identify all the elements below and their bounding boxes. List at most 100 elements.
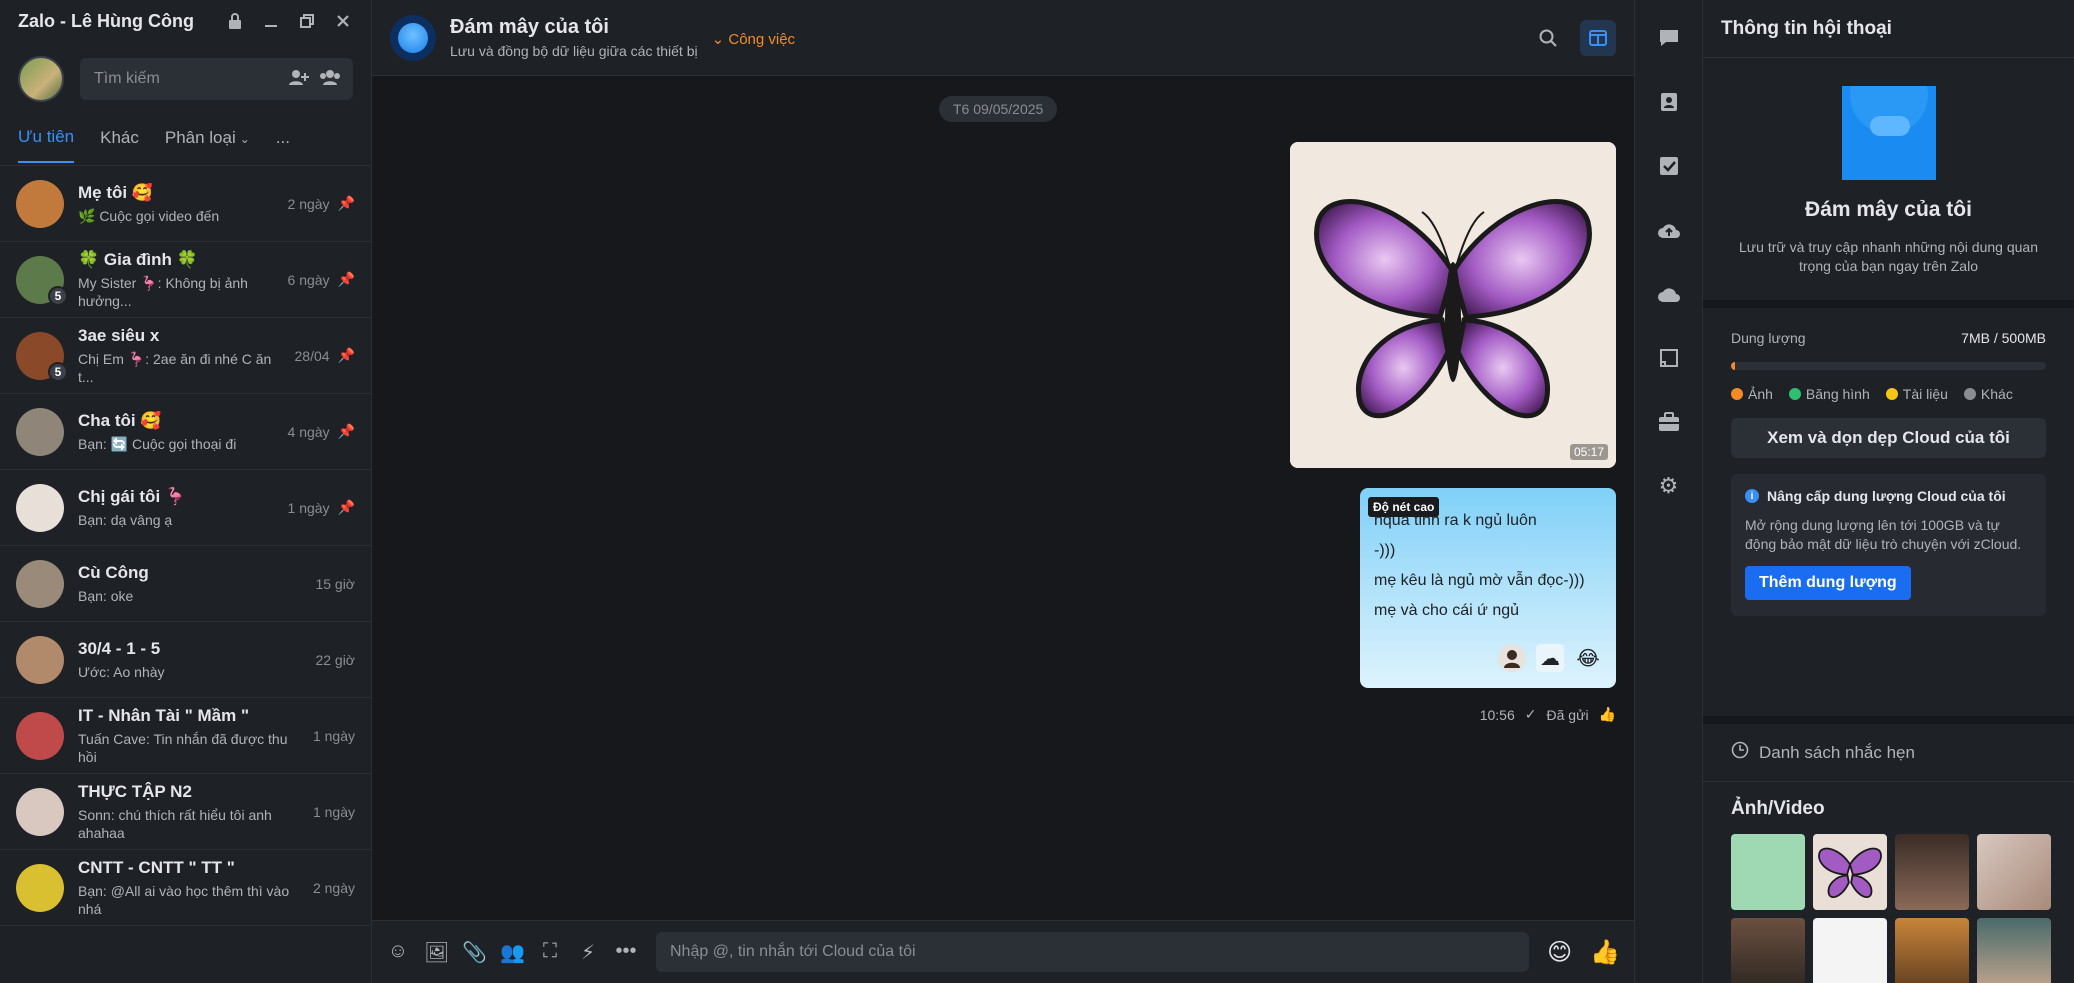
minimize-icon[interactable] — [261, 11, 281, 31]
pin-icon[interactable]: 📌 — [338, 271, 355, 288]
conversation-time: 15 giờ — [315, 575, 355, 592]
conversation-tabs: Ưu tiên Khác Phân loại ⌄ ... — [0, 110, 371, 166]
like-icon[interactable]: 👍 — [1599, 706, 1616, 723]
media-thumbnail[interactable] — [1731, 918, 1805, 983]
search-icon[interactable] — [1530, 20, 1566, 56]
conversation-time: 1 ngày — [287, 499, 330, 516]
image-message[interactable]: 05:17 — [1290, 142, 1616, 468]
toggle-info-panel-icon[interactable] — [1580, 19, 1616, 56]
media-thumbnail[interactable] — [1895, 918, 1969, 983]
message-composer: ☺ 🖼 📎 👥 ⛶ ⚡ ••• Nhập @, tin nhắn tới Clo… — [372, 920, 1634, 983]
conversation-item[interactable]: 30/4 - 1 - 5 Ước: Ao nhày 22 giờ — [0, 622, 371, 698]
info-panel-title: Thông tin hội thoại — [1703, 0, 2074, 58]
pin-icon[interactable]: 📌 — [338, 347, 355, 364]
create-group-icon[interactable] — [319, 69, 340, 90]
message-line: mẹ kêu là ngủ mờ vẫn đọc-))) — [1374, 572, 1585, 589]
message-line: mẹ và cho cái ứ ngủ — [1374, 602, 1520, 619]
sent-check-icon: ✓ — [1524, 706, 1537, 722]
conversation-item[interactable]: Chị gái tôi 🦩 Bạn: dạ vâng ạ 1 ngày 📌 — [0, 470, 371, 546]
media-thumbnail[interactable] — [1977, 918, 2051, 983]
conversation-item[interactable]: IT - Nhân Tài " Mầm " Tuấn Cave: Tin nhắn… — [0, 698, 371, 774]
conversation-item[interactable]: 5 3ae siêu x Chị Em 🦩: 2ae ăn đi nhé C ăn … — [0, 318, 371, 394]
legend-dot — [1885, 388, 1898, 400]
pin-icon[interactable]: 📌 — [338, 423, 355, 440]
todo-icon[interactable] — [1651, 148, 1687, 184]
pin-icon[interactable]: 📌 — [338, 195, 355, 212]
storage-label: Dung lượng — [1731, 330, 1806, 346]
video-duration: 05:17 — [1569, 444, 1608, 460]
media-thumbnail[interactable] — [1813, 918, 1887, 983]
message-input[interactable]: Nhập @, tin nhắn tới Cloud của tôi — [656, 932, 1530, 972]
conversation-name: 3ae siêu x — [78, 325, 160, 345]
media-thumbnail[interactable] — [1977, 834, 2051, 910]
chat-label-tag[interactable]: ⌄ Công việc — [712, 30, 795, 48]
conversation-item[interactable]: THỰC TẬP N2 Sonn: chú thích rất hiểu tôi … — [0, 774, 371, 850]
emoji-icon[interactable]: ☺ — [386, 940, 410, 965]
conversation-name: Chị gái tôi 🦩 — [78, 486, 187, 506]
briefcase-icon[interactable] — [1651, 404, 1687, 440]
conversation-avatar — [16, 787, 64, 836]
conversation-item[interactable]: Cù Công Bạn: oke 15 giờ — [0, 546, 371, 622]
contacts-icon[interactable] — [1651, 84, 1687, 120]
date-separator: T6 09/05/2025 — [939, 96, 1058, 122]
chat-title[interactable]: Đám mây của tôi — [450, 16, 698, 39]
legend-label: Băng hình — [1805, 386, 1870, 402]
conversation-item[interactable]: Mẹ tôi 🥰 🌿 Cuộc gọi video đến 2 ngày 📌 — [0, 166, 371, 242]
storage-section: Dung lượng 7MB / 500MB Ảnh Băng hình Tài l… — [1703, 330, 2074, 724]
cloud-icon[interactable] — [1651, 276, 1687, 312]
screenshot-frame-icon[interactable] — [1651, 340, 1687, 376]
more-icon[interactable]: ••• — [614, 940, 638, 965]
cloud-upload-icon[interactable] — [1651, 212, 1687, 248]
cloud-description: Lưu trữ và truy cập nhanh những nội dung… — [1739, 239, 2038, 274]
message-line: -))) — [1374, 542, 1396, 559]
quick-message-icon[interactable]: ⚡ — [576, 940, 600, 965]
more-options-button[interactable]: ... — [276, 114, 290, 162]
conversation-item[interactable]: 5 🍀 Gia đình 🍀 My Sister 🦩: Không bị ảnh h… — [0, 242, 371, 318]
cloud-logo — [1841, 86, 1936, 180]
cloud-avatar[interactable] — [390, 14, 436, 61]
pin-icon[interactable]: 📌 — [338, 499, 355, 516]
legend-item: Ảnh — [1731, 386, 1773, 402]
settings-gear-icon[interactable]: ⚙ — [1651, 468, 1687, 504]
close-icon[interactable] — [333, 11, 353, 31]
info-icon: i — [1745, 489, 1759, 503]
conversation-preview: Bạn: dạ vâng ạ — [78, 511, 173, 528]
search-input[interactable]: Tìm kiếm — [80, 58, 353, 100]
tab-category[interactable]: Phân loại ⌄ — [165, 114, 250, 162]
add-friend-icon[interactable] — [289, 69, 309, 90]
media-thumbnail[interactable] — [1813, 834, 1887, 910]
conversation-time: 28/04 — [294, 347, 330, 364]
add-storage-button[interactable]: Thêm dung lượng — [1745, 566, 1911, 600]
conversation-preview: Bạn: @All ai vào học thêm thì vào nhá — [78, 882, 290, 917]
legend-item: Khác — [1963, 386, 2013, 402]
image-icon[interactable]: 🖼 — [424, 940, 449, 965]
tab-other[interactable]: Khác — [100, 114, 139, 162]
restore-icon[interactable] — [297, 11, 317, 31]
legend-dot — [1788, 388, 1801, 400]
conversation-time: 2 ngày — [312, 879, 355, 896]
conversation-preview: Bạn: 🔄 Cuộc gọi thoại đi — [78, 435, 237, 452]
lock-icon[interactable] — [225, 11, 245, 31]
smile-emoji-icon[interactable]: 😊 — [1547, 938, 1572, 967]
screenshot-icon[interactable]: ⛶ — [538, 940, 562, 965]
legend-item: Băng hình — [1788, 386, 1870, 402]
conversation-preview: Ước: Ao nhày — [78, 663, 165, 680]
my-avatar[interactable] — [18, 56, 64, 102]
conversation-avatar — [16, 407, 64, 456]
conversation-item[interactable]: Cha tôi 🥰 Bạn: 🔄 Cuộc gọi thoại đi 4 ngày 📌 — [0, 394, 371, 470]
media-thumbnail[interactable] — [1895, 834, 1969, 910]
conversation-preview: Chị Em 🦩: 2ae ăn đi nhé C ăn t... — [78, 350, 272, 385]
upgrade-description: Mở rộng dung lượng lên tới 100GB và tự đ… — [1745, 517, 2022, 552]
attachment-icon[interactable]: 📎 — [462, 940, 487, 965]
tab-priority[interactable]: Ưu tiên — [18, 113, 75, 163]
reminder-list-item[interactable]: Danh sách nhắc hẹn — [1703, 724, 2074, 782]
media-thumbnail[interactable] — [1731, 834, 1805, 910]
text-image-message[interactable]: Độ nét cao hqua tỉnh ra k ngủ luôn -))) … — [1360, 488, 1616, 688]
legend-label: Tài liệu — [1902, 386, 1948, 402]
conversation-item[interactable]: CNTT - CNTT " TT " Bạn: @All ai vào học t… — [0, 850, 371, 926]
thumbs-up-icon[interactable]: 👍 — [1590, 938, 1620, 967]
contact-card-icon[interactable]: 👥 — [500, 940, 525, 965]
chat-bubble-icon[interactable] — [1651, 20, 1687, 56]
view-clean-cloud-button[interactable]: Xem và dọn dẹp Cloud của tôi — [1731, 418, 2046, 458]
conversation-time: 22 giờ — [315, 651, 355, 668]
